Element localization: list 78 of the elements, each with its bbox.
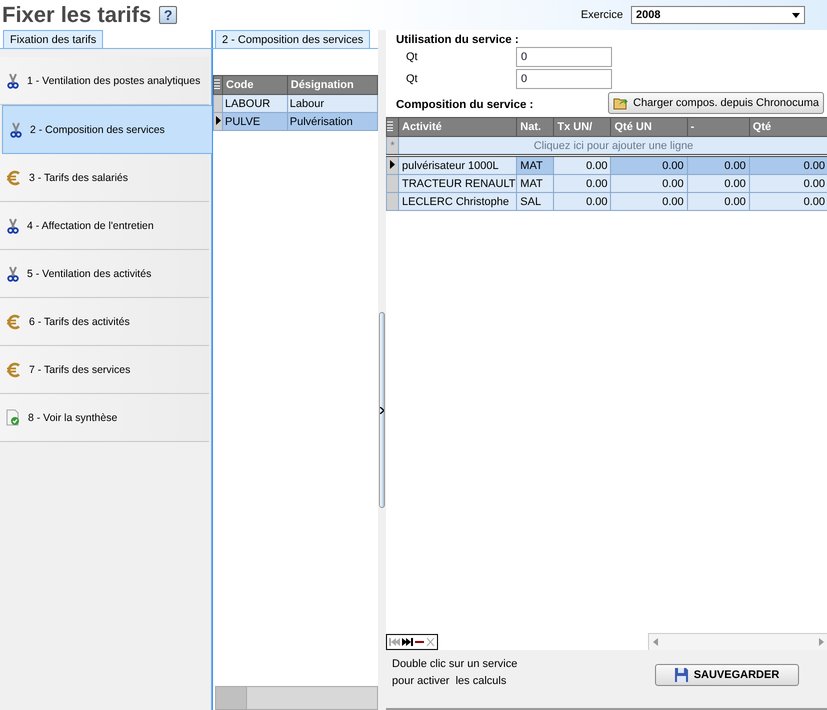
- column-header[interactable]: Activité: [398, 118, 517, 136]
- column-header[interactable]: Qté UN: [610, 118, 688, 136]
- step-item[interactable]: 1 - Ventilation des postes analytiques: [0, 57, 209, 105]
- column-menu-icon[interactable]: [214, 78, 220, 88]
- column-header[interactable]: Code: [222, 76, 288, 94]
- table-cell: PULVE: [222, 112, 288, 130]
- column-header[interactable]: Nat.: [516, 118, 554, 136]
- table-cell: 0.00: [610, 174, 688, 192]
- step-item[interactable]: 6 - Tarifs des activités: [0, 298, 209, 346]
- column-header[interactable]: Qté: [749, 118, 827, 136]
- table-cell: Pulvérisation: [287, 112, 378, 130]
- table-cell: 0.00: [687, 156, 750, 174]
- horizontal-scrollbar[interactable]: [648, 633, 827, 651]
- step-item[interactable]: 4 - Affectation de l'entretien: [0, 202, 209, 250]
- exercice-label: Exercice: [580, 9, 623, 21]
- table-cell: pulvérisateur 1000L: [398, 156, 517, 174]
- dropdown-arrow-icon: [792, 12, 800, 18]
- input-field[interactable]: 0: [516, 47, 612, 67]
- minus-icon[interactable]: [415, 638, 424, 646]
- load-button[interactable]: Charger compos. depuis Chronocuma: [608, 92, 824, 114]
- save-button[interactable]: SAUVEGARDER: [655, 664, 799, 686]
- field-label: Qt: [406, 51, 419, 63]
- table-cell: TRACTEUR RENAULT: [398, 174, 517, 192]
- table-cell: 0.00: [749, 192, 827, 210]
- row-header[interactable]: [214, 112, 222, 130]
- step-item[interactable]: 2 - Composition des services: [2, 105, 213, 154]
- table-cell: 0.00: [554, 192, 611, 210]
- table-cell: 0.00: [610, 192, 688, 210]
- row-header[interactable]: [386, 156, 399, 174]
- euro-icon: [6, 170, 22, 186]
- table-cell: 0.00: [610, 156, 688, 174]
- input-field[interactable]: 0: [516, 69, 612, 89]
- scissors-icon: [9, 122, 23, 138]
- table-cell: 0.00: [554, 174, 611, 192]
- column-header[interactable]: Tx UN/: [554, 118, 611, 136]
- last-record-icon[interactable]: [402, 638, 413, 646]
- euro-icon: [6, 362, 22, 378]
- add-row-hint[interactable]: Cliquez ici pour ajouter une ligne: [398, 136, 827, 156]
- hint-text: Double clic sur un service: [392, 657, 518, 672]
- step-item[interactable]: 3 - Tarifs des salariés: [0, 154, 209, 202]
- page-title: Fixer les tarifs: [2, 2, 152, 28]
- tab[interactable]: Fixation des tarifs: [3, 30, 104, 48]
- table-cell: SAL: [516, 192, 554, 210]
- field-label: Qt: [406, 73, 419, 85]
- column-header[interactable]: -: [687, 118, 750, 136]
- table-cell: 0.00: [554, 156, 611, 174]
- table-cell: 0.00: [687, 174, 750, 192]
- section-title: Utilisation du service :: [396, 34, 520, 46]
- document-check-icon: [6, 409, 21, 426]
- folder-arrow-icon: [613, 96, 630, 110]
- hint-text: pour activer les calculs: [392, 674, 508, 689]
- scissors-icon: [6, 266, 20, 282]
- tab[interactable]: 2 - Composition des services: [215, 30, 370, 48]
- step-item[interactable]: 7 - Tarifs des services: [0, 346, 209, 394]
- scissors-icon: [6, 72, 20, 88]
- table-cell: Labour: [287, 94, 378, 112]
- step-item[interactable]: 8 - Voir la synthèse: [0, 394, 209, 442]
- euro-icon: [6, 314, 22, 330]
- chevron-right-icon: [380, 406, 384, 414]
- section-title: Composition du service :: [396, 99, 534, 111]
- table-cell: 0.00: [749, 156, 827, 174]
- table-cell: LECLERC Christophe: [398, 192, 517, 210]
- column-menu-icon[interactable]: [388, 120, 393, 130]
- new-row-marker: *: [386, 136, 399, 156]
- splitter-handle[interactable]: [379, 312, 385, 508]
- column-header[interactable]: Désignation: [287, 76, 378, 94]
- table-cell: 0.00: [687, 192, 750, 210]
- step-item[interactable]: 5 - Ventilation des activités: [0, 250, 209, 298]
- table-cell: 0.00: [749, 174, 827, 192]
- table-cell: MAT: [516, 156, 554, 174]
- help-button[interactable]: ?: [159, 6, 178, 24]
- table-cell: MAT: [516, 174, 554, 192]
- table-cell: LABOUR: [222, 94, 288, 112]
- current-row-icon: [390, 160, 395, 168]
- scissors-icon: [6, 218, 20, 234]
- horizontal-scrollbar[interactable]: [215, 686, 378, 710]
- current-row-icon: [216, 116, 220, 124]
- exercice-dropdown[interactable]: 2008: [631, 6, 805, 24]
